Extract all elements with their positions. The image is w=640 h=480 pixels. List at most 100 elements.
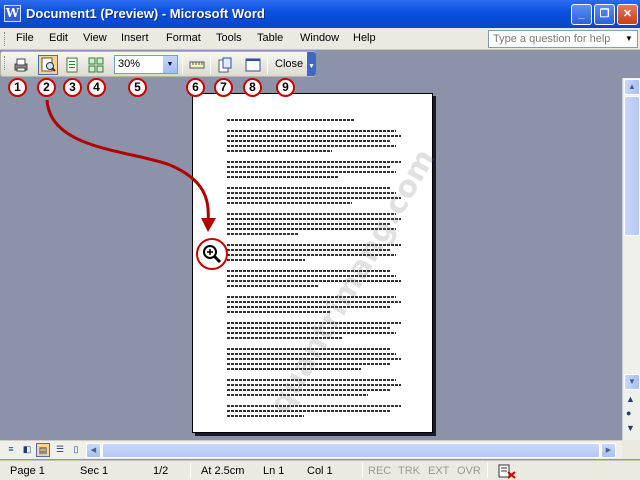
scroll-left-icon[interactable]: ◀ xyxy=(86,443,101,458)
print-layout-view-icon[interactable]: ▤ xyxy=(36,443,50,457)
status-column: Col 1 xyxy=(307,465,333,477)
vertical-scrollbar[interactable]: ▲ ▼ ▲ ● ▼ xyxy=(622,78,640,440)
horizontal-scrollbar[interactable]: ◀ ▶ xyxy=(86,443,616,458)
text-line xyxy=(227,130,397,132)
outline-view-icon[interactable]: ☰ xyxy=(53,443,67,457)
status-position: At 2.5cm xyxy=(201,465,245,477)
menu-window[interactable]: Window xyxy=(300,32,339,44)
callout-5: 5 xyxy=(128,78,147,97)
view-ruler-icon xyxy=(189,61,205,69)
text-line xyxy=(227,135,402,137)
menu-insert[interactable]: Insert xyxy=(121,32,149,44)
window-title: Document1 (Preview) - Microsoft Word xyxy=(26,6,265,21)
magnifier-button[interactable] xyxy=(38,55,58,75)
status-ext[interactable]: EXT xyxy=(428,465,449,477)
zoom-select[interactable]: 30% ▼ xyxy=(114,55,178,74)
menu-edit[interactable]: Edit xyxy=(49,32,68,44)
chevron-down-icon[interactable]: ▼ xyxy=(622,32,636,46)
view-ruler-button[interactable] xyxy=(187,55,207,75)
horizontal-scroll-thumb[interactable] xyxy=(102,443,600,458)
text-line xyxy=(227,306,391,308)
close-preview-button[interactable]: Close xyxy=(273,55,305,73)
text-line xyxy=(227,285,318,287)
status-section: Sec 1 xyxy=(80,465,109,477)
help-placeholder: Type a question for help xyxy=(493,33,611,45)
callout-7: 7 xyxy=(214,78,233,97)
web-layout-view-icon[interactable]: ◧ xyxy=(20,443,34,457)
callout-3: 3 xyxy=(63,78,82,97)
toolbar-separator xyxy=(210,56,211,74)
menu-table[interactable]: Table xyxy=(257,32,283,44)
text-line xyxy=(227,233,299,235)
callout-4: 4 xyxy=(87,78,106,97)
shrink-to-fit-icon xyxy=(218,57,232,73)
one-page-icon xyxy=(66,57,78,73)
toolbar-separator xyxy=(267,56,268,74)
toolbar-options-chevron-icon[interactable]: ▼ xyxy=(307,52,316,76)
shrink-to-fit-button[interactable] xyxy=(215,55,235,75)
multiple-pages-icon xyxy=(88,57,104,73)
toolbar-grip[interactable] xyxy=(4,56,7,70)
callout-1: 1 xyxy=(8,78,27,97)
text-line xyxy=(227,259,306,261)
restore-icon: ❐ xyxy=(599,8,610,20)
help-question-box[interactable]: Type a question for help ▼ xyxy=(488,30,638,48)
callout-8: 8 xyxy=(243,78,262,97)
callout-6: 6 xyxy=(186,78,205,97)
multiple-pages-button[interactable] xyxy=(86,55,106,75)
minimize-icon: _ xyxy=(578,8,585,20)
print-preview-toolbar: 30% ▼ Close ▼ xyxy=(0,51,316,77)
menu-tools[interactable]: Tools xyxy=(216,32,242,44)
text-line xyxy=(227,280,402,282)
status-trk[interactable]: TRK xyxy=(398,465,420,477)
status-page: Page 1 xyxy=(10,465,45,477)
status-line: Ln 1 xyxy=(263,465,285,477)
text-line xyxy=(227,119,356,121)
text-line xyxy=(227,140,391,142)
next-page-icon[interactable]: ▼ xyxy=(626,423,635,433)
scroll-up-icon[interactable]: ▲ xyxy=(624,79,640,95)
scroll-right-icon[interactable]: ▶ xyxy=(601,443,616,458)
restore-button[interactable]: ❐ xyxy=(594,4,615,25)
zoom-value: 30% xyxy=(118,58,141,70)
previous-page-icon[interactable]: ▲ xyxy=(626,394,635,404)
status-page-count: 1/2 xyxy=(153,465,169,477)
print-button[interactable] xyxy=(11,55,31,75)
status-divider xyxy=(487,463,488,478)
normal-view-icon[interactable]: ≡ xyxy=(4,443,18,457)
text-line xyxy=(227,192,397,194)
document-text-block xyxy=(227,119,405,426)
menu-grip[interactable] xyxy=(4,32,7,46)
print-icon xyxy=(14,58,28,72)
reading-layout-view-icon[interactable]: ▯ xyxy=(69,443,83,457)
text-line xyxy=(227,410,391,412)
close-icon: ✕ xyxy=(622,8,633,20)
status-rec[interactable]: REC xyxy=(368,465,391,477)
menu-help[interactable]: Help xyxy=(353,32,376,44)
callout-2: 2 xyxy=(37,78,56,97)
spelling-check-icon[interactable] xyxy=(497,463,517,480)
status-divider xyxy=(362,463,363,478)
word-app-icon[interactable]: W xyxy=(4,5,21,22)
full-screen-button[interactable] xyxy=(243,55,263,75)
scroll-down-icon[interactable]: ▼ xyxy=(624,374,640,390)
status-ovr[interactable]: OVR xyxy=(457,465,481,477)
text-line xyxy=(227,384,402,386)
text-line xyxy=(227,301,402,303)
text-line xyxy=(227,202,352,204)
menu-format[interactable]: Format xyxy=(166,32,201,44)
toolbar-separator xyxy=(182,56,183,74)
horizontal-scrollbar-area: ≡ ◧ ▤ ☰ ▯ ◀ ▶ xyxy=(0,440,622,459)
select-browse-object-icon[interactable]: ● xyxy=(626,408,631,418)
one-page-button[interactable] xyxy=(62,55,82,75)
menu-file[interactable]: File xyxy=(16,32,34,44)
vertical-scroll-thumb[interactable] xyxy=(624,96,640,236)
minimize-button[interactable]: _ xyxy=(571,4,592,25)
preview-workspace[interactable]: quantrimang.com xyxy=(0,78,622,440)
text-line xyxy=(227,296,397,298)
title-bar: W Document1 (Preview) - Microsoft Word _… xyxy=(0,0,640,28)
close-window-button[interactable]: ✕ xyxy=(617,4,638,25)
chevron-down-icon[interactable]: ▼ xyxy=(163,56,177,73)
menu-view[interactable]: View xyxy=(83,32,107,44)
document-page[interactable]: quantrimang.com xyxy=(192,93,443,433)
